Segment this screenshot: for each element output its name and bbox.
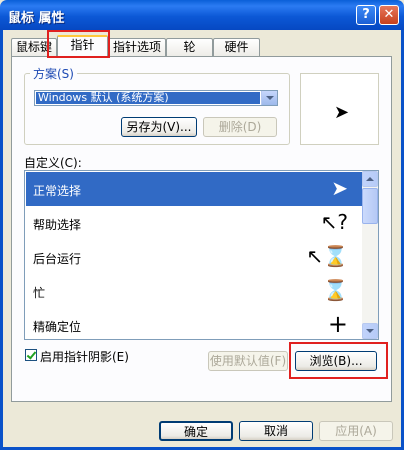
list-item-label: 忙 (33, 286, 46, 300)
tab-highlight-box (47, 30, 110, 58)
list-item-label: 精确定位 (33, 320, 82, 334)
list-item[interactable]: 后台运行 ↖⌛ (26, 240, 362, 274)
scroll-thumb[interactable] (362, 188, 378, 224)
save-as-button[interactable]: 另存为(V)... (121, 117, 197, 137)
ok-button[interactable]: 确定 (159, 421, 233, 441)
list-item[interactable]: 帮助选择 ↖? (26, 206, 362, 240)
working-cursor-icon: ↖⌛ (306, 244, 348, 268)
scheme-label: 方案(S) (30, 65, 77, 82)
crosshair-icon: + (327, 310, 348, 338)
list-item-label: 帮助选择 (33, 218, 82, 232)
list-item-label: 后台运行 (33, 252, 82, 266)
list-item[interactable]: 精确定位 + (26, 308, 362, 339)
arrow-cursor-preview-icon: ➤ (334, 102, 350, 123)
pointer-shadow-checkbox[interactable] (25, 349, 37, 361)
help-button[interactable]: ? (356, 5, 376, 25)
delete-button[interactable]: 删除(D) (203, 117, 277, 137)
help-cursor-icon: ↖? (320, 210, 348, 234)
arrow-cursor-icon: ➤ (331, 176, 348, 200)
scheme-combobox[interactable]: Windows 默认 (系统方案) (34, 90, 278, 106)
scroll-up-arrow-icon[interactable] (362, 171, 378, 187)
busy-hourglass-icon: ⌛ (323, 278, 348, 302)
use-default-button[interactable]: 使用默认值(F) (208, 351, 288, 371)
tab-wheel[interactable]: 轮 (166, 38, 213, 57)
apply-button[interactable]: 应用(A) (319, 421, 393, 441)
list-item[interactable]: 正常选择 ➤ (26, 172, 362, 206)
tab-hardware[interactable]: 硬件 (213, 38, 260, 57)
list-scrollbar[interactable] (362, 171, 378, 339)
browse-highlight-box (289, 342, 388, 379)
title-bar: 鼠标 属性 ? ✕ (0, 0, 404, 30)
cursor-list[interactable]: 正常选择 ➤ 帮助选择 ↖? 后台运行 ↖⌛ 忙 ⌛ 精确定位 + (24, 170, 379, 340)
customize-label: 自定义(C): (24, 156, 82, 170)
list-item[interactable]: 忙 ⌛ (26, 274, 362, 308)
close-button[interactable]: ✕ (379, 5, 399, 25)
tab-pointer-options[interactable]: 指针选项 (108, 38, 166, 57)
dropdown-arrow-icon[interactable] (261, 91, 277, 105)
window-title: 鼠标 属性 (8, 11, 65, 26)
cancel-button[interactable]: 取消 (239, 421, 313, 441)
scheme-selected-value: Windows 默认 (系统方案) (36, 92, 260, 104)
pointer-shadow-label: 启用指针阴影(E) (40, 350, 129, 364)
cursor-preview: ➤ (300, 73, 379, 145)
list-item-label: 正常选择 (33, 184, 82, 198)
scroll-down-arrow-icon[interactable] (362, 323, 378, 339)
